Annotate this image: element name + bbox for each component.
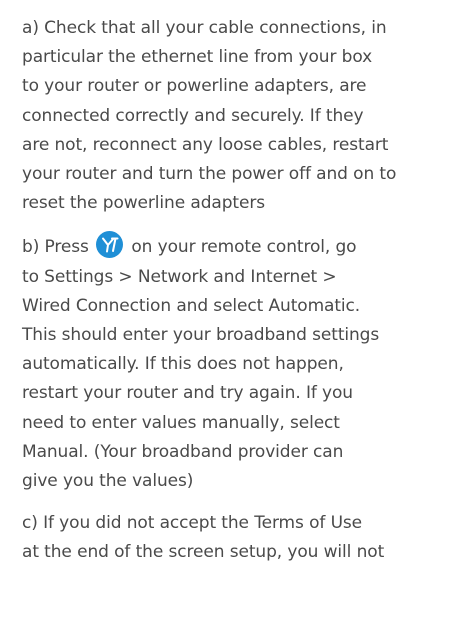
step-b-line: Manual. (Your broadband provider can <box>22 441 344 462</box>
step-b-line: to Settings > Network and Internet > <box>22 266 337 287</box>
step-a-paragraph: a) Check that all your cable connections… <box>22 14 454 218</box>
step-a-line: reset the powerline adapters <box>22 193 265 214</box>
step-b-paragraph: b) Press on your remote control, go to S… <box>22 231 454 496</box>
step-a-line: are not, reconnect any loose cables, res… <box>22 134 389 155</box>
step-b-text-before-icon: b) Press <box>22 237 95 258</box>
step-b-line: need to enter values manually, select <box>22 412 340 433</box>
step-b-line: give you the values) <box>22 471 194 492</box>
step-b-line: This should enter your broadband setting… <box>22 325 380 346</box>
step-b-first-line: b) Press on your remote control, go <box>22 231 454 262</box>
step-c-line: at the end of the screen setup, you will… <box>22 542 385 563</box>
step-b-line: restart your router and try again. If yo… <box>22 383 353 404</box>
step-a-line: connected correctly and securely. If the… <box>22 105 364 126</box>
step-c-paragraph: c) If you did not accept the Terms of Us… <box>22 509 454 567</box>
youview-button-icon <box>96 231 124 259</box>
step-c-line: c) If you did not accept the Terms of Us… <box>22 513 363 534</box>
step-a-line: a) Check that all your cable connections… <box>22 18 387 38</box>
instructions-document: a) Check that all your cable connections… <box>22 14 454 581</box>
step-b-line: Wired Connection and select Automatic. <box>22 295 361 316</box>
step-b-line: automatically. If this does not happen, <box>22 354 344 375</box>
step-a-line: to your router or powerline adapters, ar… <box>22 76 367 97</box>
step-a-line: your router and turn the power off and o… <box>22 164 397 185</box>
step-a-line: particular the ethernet line from your b… <box>22 47 373 68</box>
step-b-text-after-icon: on your remote control, go <box>126 237 357 258</box>
